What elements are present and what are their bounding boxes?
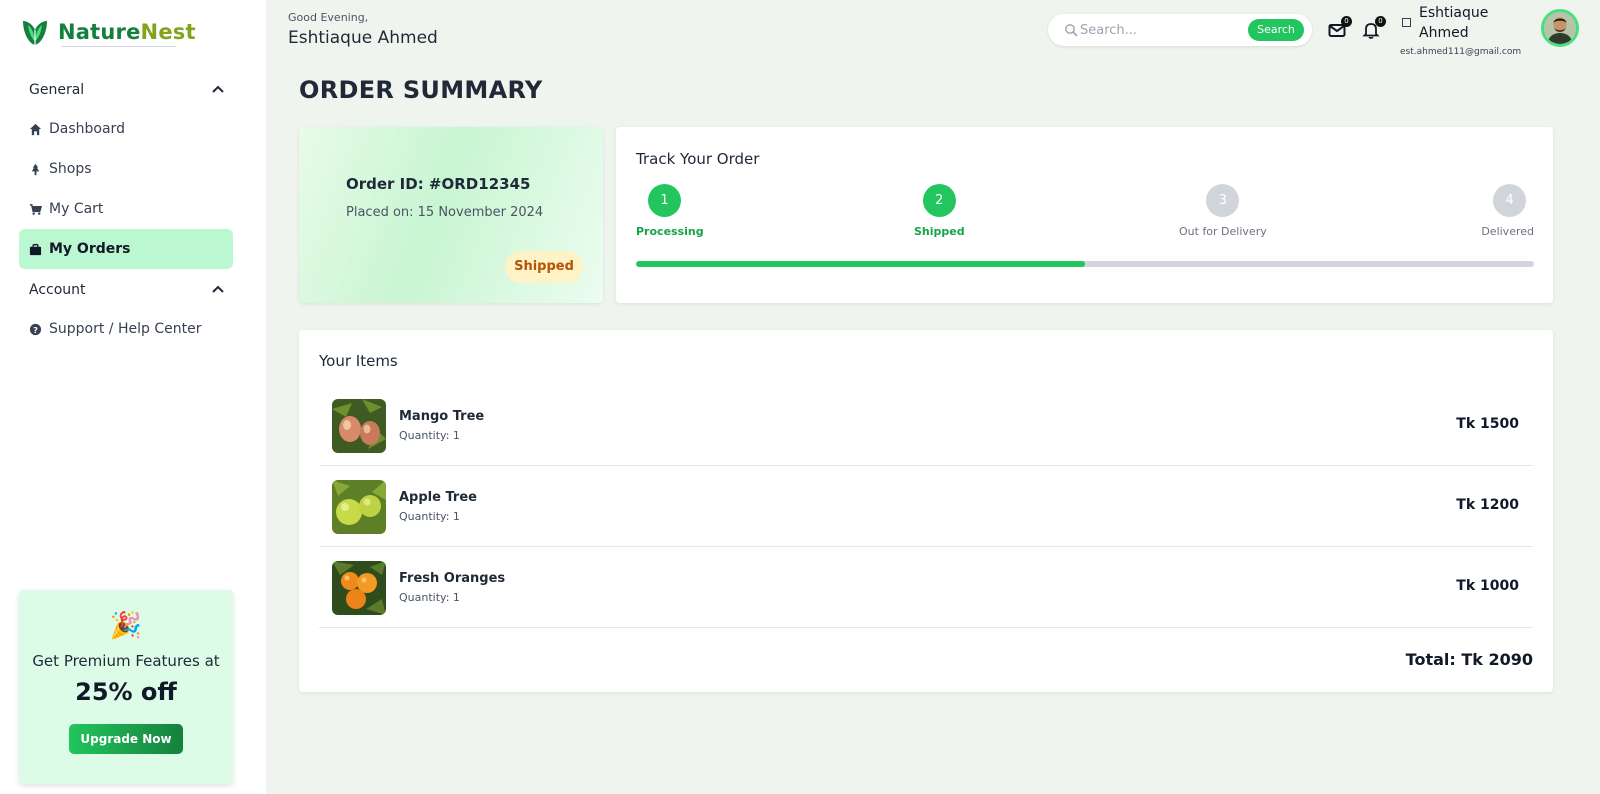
greeting-user-name: Eshtiaque Ahmed bbox=[288, 28, 438, 48]
sidebar-item-label: My Cart bbox=[49, 201, 104, 217]
brand-name-part2: Nest bbox=[140, 20, 196, 44]
mail-count-badge: 0 bbox=[1341, 16, 1352, 27]
party-popper-icon: 🎉 bbox=[109, 611, 143, 641]
item-quantity: Quantity: 1 bbox=[399, 591, 460, 604]
step-number: 3 bbox=[1206, 184, 1240, 217]
greeting-text: Good Evening, bbox=[288, 11, 369, 24]
step-number: 1 bbox=[648, 184, 681, 217]
bag-icon bbox=[29, 243, 42, 255]
item-price: Tk 1500 bbox=[1456, 416, 1519, 432]
tracking-progress-bar bbox=[636, 261, 1534, 267]
step-number: 2 bbox=[922, 184, 956, 217]
search-input[interactable] bbox=[1080, 20, 1240, 40]
brand-name-part1: Nature bbox=[58, 20, 141, 44]
sidebar-item-my-cart[interactable]: My Cart bbox=[19, 189, 233, 229]
sidebar-item-shops[interactable]: Shops bbox=[19, 149, 233, 189]
item-name: Fresh Oranges bbox=[399, 571, 506, 586]
notification-button[interactable]: 0 bbox=[1361, 16, 1386, 40]
list-item[interactable]: Mango Tree Quantity: 1 Tk 1500 bbox=[319, 385, 1533, 466]
brand-logo[interactable]: NatureNest bbox=[20, 16, 196, 48]
sidebar-item-my-orders[interactable]: My Orders bbox=[19, 229, 233, 269]
items-card: Your Items Mango Tree Quantity: 1 Tk 150… bbox=[299, 330, 1553, 692]
status-badge: Shipped bbox=[505, 251, 583, 283]
profile-name: Eshtiaque Ahmed bbox=[1419, 5, 1489, 41]
step-label: Out for Delivery bbox=[1179, 225, 1267, 238]
user-avatar-icon bbox=[1544, 12, 1576, 44]
leaf-logo-icon bbox=[23, 21, 47, 45]
item-quantity: Quantity: 1 bbox=[399, 510, 460, 523]
chevron-up-icon bbox=[212, 285, 224, 293]
promo-discount: 25% off bbox=[75, 678, 177, 706]
item-name: Mango Tree bbox=[399, 409, 485, 424]
order-total: Total: Tk 2090 bbox=[1405, 650, 1533, 669]
step-label: Shipped bbox=[914, 225, 965, 238]
orange-image-icon bbox=[332, 561, 386, 615]
svg-text:?: ? bbox=[33, 324, 38, 334]
search-icon bbox=[1065, 24, 1078, 37]
track-title: Track Your Order bbox=[636, 150, 760, 168]
notification-count-badge: 0 bbox=[1375, 16, 1386, 27]
page-title: ORDER SUMMARY bbox=[299, 76, 543, 104]
sidebar: NatureNest General Dashboard Shops My Ca… bbox=[0, 0, 266, 794]
order-placed-date: Placed on: 15 November 2024 bbox=[346, 205, 544, 220]
apple-image-icon bbox=[332, 480, 386, 534]
upgrade-now-button[interactable]: Upgrade Now bbox=[69, 724, 183, 754]
step-number: 4 bbox=[1493, 184, 1526, 217]
tracking-progress-fill bbox=[636, 261, 1085, 267]
avatar[interactable] bbox=[1541, 9, 1579, 47]
profile-email: est.ahmed111@gmail.com bbox=[1400, 47, 1522, 57]
order-info-card: Order ID: #ORD12345 Placed on: 15 Novemb… bbox=[299, 127, 603, 303]
step-delivered: 4 Delivered bbox=[1481, 184, 1534, 238]
mail-button[interactable]: 0 bbox=[1327, 16, 1352, 40]
section-account-label: Account bbox=[29, 282, 86, 298]
apple-tree-thumbnail bbox=[332, 480, 386, 534]
tree-icon bbox=[31, 163, 40, 175]
item-name: Apple Tree bbox=[399, 490, 477, 505]
fresh-oranges-thumbnail bbox=[332, 561, 386, 615]
search-bar: Search bbox=[1048, 14, 1312, 46]
brand-name: NatureNest bbox=[58, 20, 196, 44]
step-label: Processing bbox=[636, 225, 704, 238]
premium-promo-card: 🎉 Get Premium Features at 25% off Upgrad… bbox=[19, 590, 233, 784]
section-general-label: General bbox=[29, 82, 85, 98]
question-icon: ? bbox=[29, 323, 42, 335]
mango-image-icon bbox=[332, 399, 386, 453]
sidebar-item-label: Support / Help Center bbox=[49, 321, 202, 337]
broken-image-icon bbox=[1402, 18, 1411, 27]
item-price: Tk 1200 bbox=[1456, 497, 1519, 513]
promo-text: Get Premium Features at bbox=[32, 652, 220, 670]
step-shipped: 2 Shipped bbox=[914, 184, 965, 238]
item-price: Tk 1000 bbox=[1456, 578, 1519, 594]
items-title: Your Items bbox=[319, 352, 398, 370]
step-label: Delivered bbox=[1481, 225, 1534, 238]
sidebar-item-support[interactable]: ? Support / Help Center bbox=[19, 309, 233, 349]
section-general-toggle[interactable]: General bbox=[29, 82, 225, 98]
list-item[interactable]: Fresh Oranges Quantity: 1 Tk 1000 bbox=[319, 547, 1533, 628]
search-button[interactable]: Search bbox=[1248, 19, 1304, 41]
sidebar-item-label: Shops bbox=[49, 161, 92, 177]
list-item[interactable]: Apple Tree Quantity: 1 Tk 1200 bbox=[319, 466, 1533, 547]
order-id: Order ID: #ORD12345 bbox=[346, 175, 531, 193]
step-out-for-delivery: 3 Out for Delivery bbox=[1179, 184, 1267, 238]
sidebar-item-label: Dashboard bbox=[49, 121, 125, 137]
sidebar-item-label: My Orders bbox=[49, 241, 131, 257]
sidebar-item-dashboard[interactable]: Dashboard bbox=[19, 109, 233, 149]
home-icon bbox=[29, 123, 42, 135]
logo-divider bbox=[62, 46, 176, 47]
item-quantity: Quantity: 1 bbox=[399, 429, 460, 442]
step-processing: 1 Processing bbox=[636, 184, 704, 238]
chevron-up-icon bbox=[212, 85, 224, 93]
section-account-toggle[interactable]: Account bbox=[29, 282, 225, 298]
mango-tree-thumbnail bbox=[332, 399, 386, 453]
track-order-card: Track Your Order 1 Processing 2 Shipped … bbox=[616, 127, 1553, 303]
cart-icon bbox=[29, 203, 42, 215]
